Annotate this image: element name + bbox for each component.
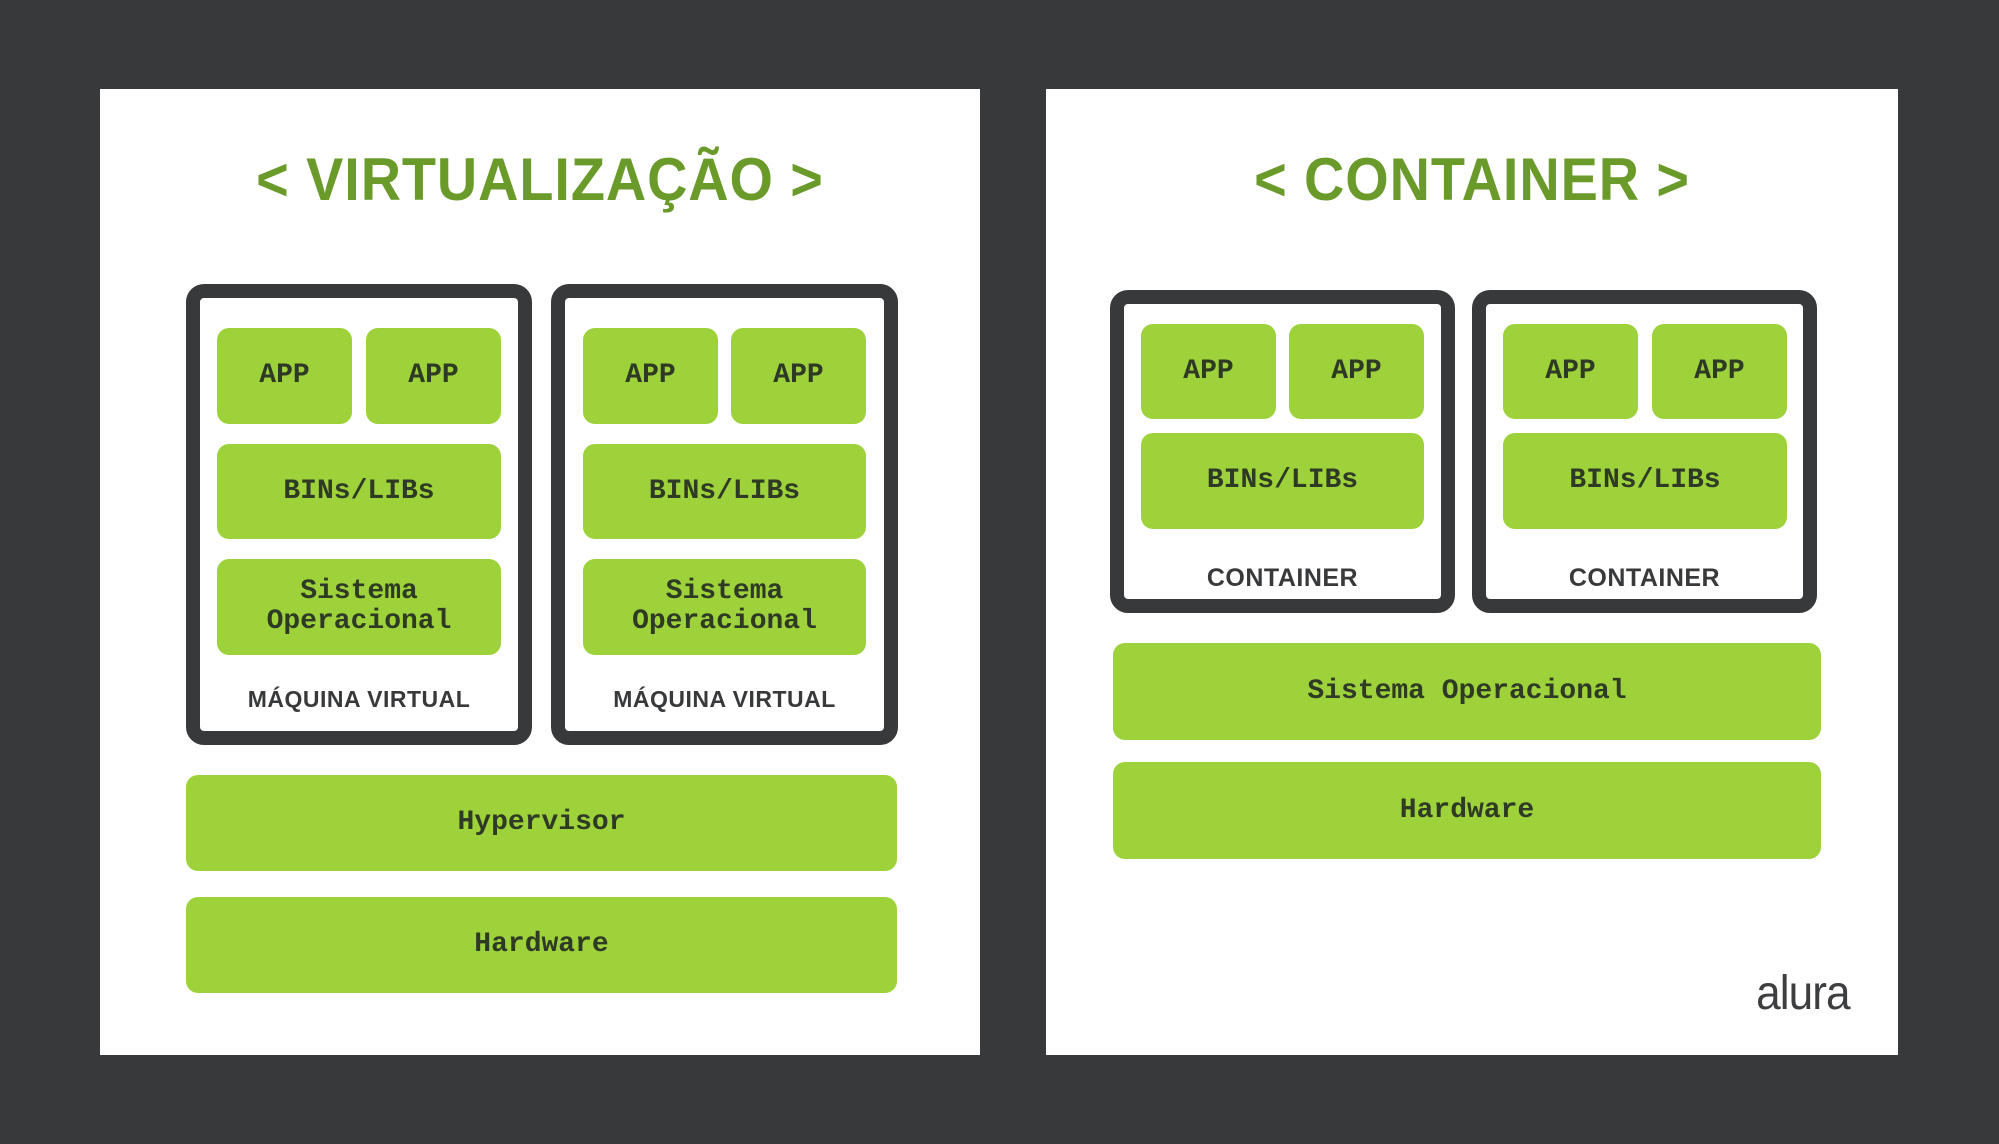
app-block: APP <box>1652 324 1787 419</box>
guest-os-line-1: Sistema <box>300 576 418 607</box>
hypervisor-layer: Hypervisor <box>186 775 897 871</box>
guest-os-line-2: Operacional <box>266 606 452 637</box>
app-block: APP <box>583 328 718 424</box>
app-block: APP <box>1503 324 1638 419</box>
alura-logo: alura <box>1756 967 1851 1020</box>
container-label: CONTAINER <box>1568 564 1721 592</box>
virtual-machine-label: MÁQUINA VIRTUAL <box>247 686 471 712</box>
bins-libs-block: BINs/LIBs <box>1141 433 1424 529</box>
app-block: APP <box>731 328 866 424</box>
hardware-layer: Hardware <box>186 897 897 993</box>
host-os-layer: Sistema Operacional <box>1113 643 1821 740</box>
app-block: APP <box>366 328 501 424</box>
guest-os-block: Sistema Operacional <box>217 559 501 655</box>
bins-libs-block: BINs/LIBs <box>583 444 866 539</box>
guest-os-line-1: Sistema <box>665 576 784 607</box>
virtualization-title: < VIRTUALIZAÇÃO > <box>256 146 824 213</box>
bins-libs-block: BINs/LIBs <box>217 444 501 539</box>
app-block: APP <box>1141 324 1276 419</box>
container-label: CONTAINER <box>1206 564 1359 592</box>
app-block: APP <box>217 328 352 424</box>
hardware-layer: Hardware <box>1113 762 1821 859</box>
container-title: < CONTAINER > <box>1254 146 1690 213</box>
guest-os-line-2: Operacional <box>632 606 817 637</box>
virtual-machine-label: MÁQUINA VIRTUAL <box>613 686 836 712</box>
app-block: APP <box>1289 324 1424 419</box>
guest-os-block: Sistema Operacional <box>583 559 866 655</box>
bins-libs-block: BINs/LIBs <box>1503 433 1787 529</box>
